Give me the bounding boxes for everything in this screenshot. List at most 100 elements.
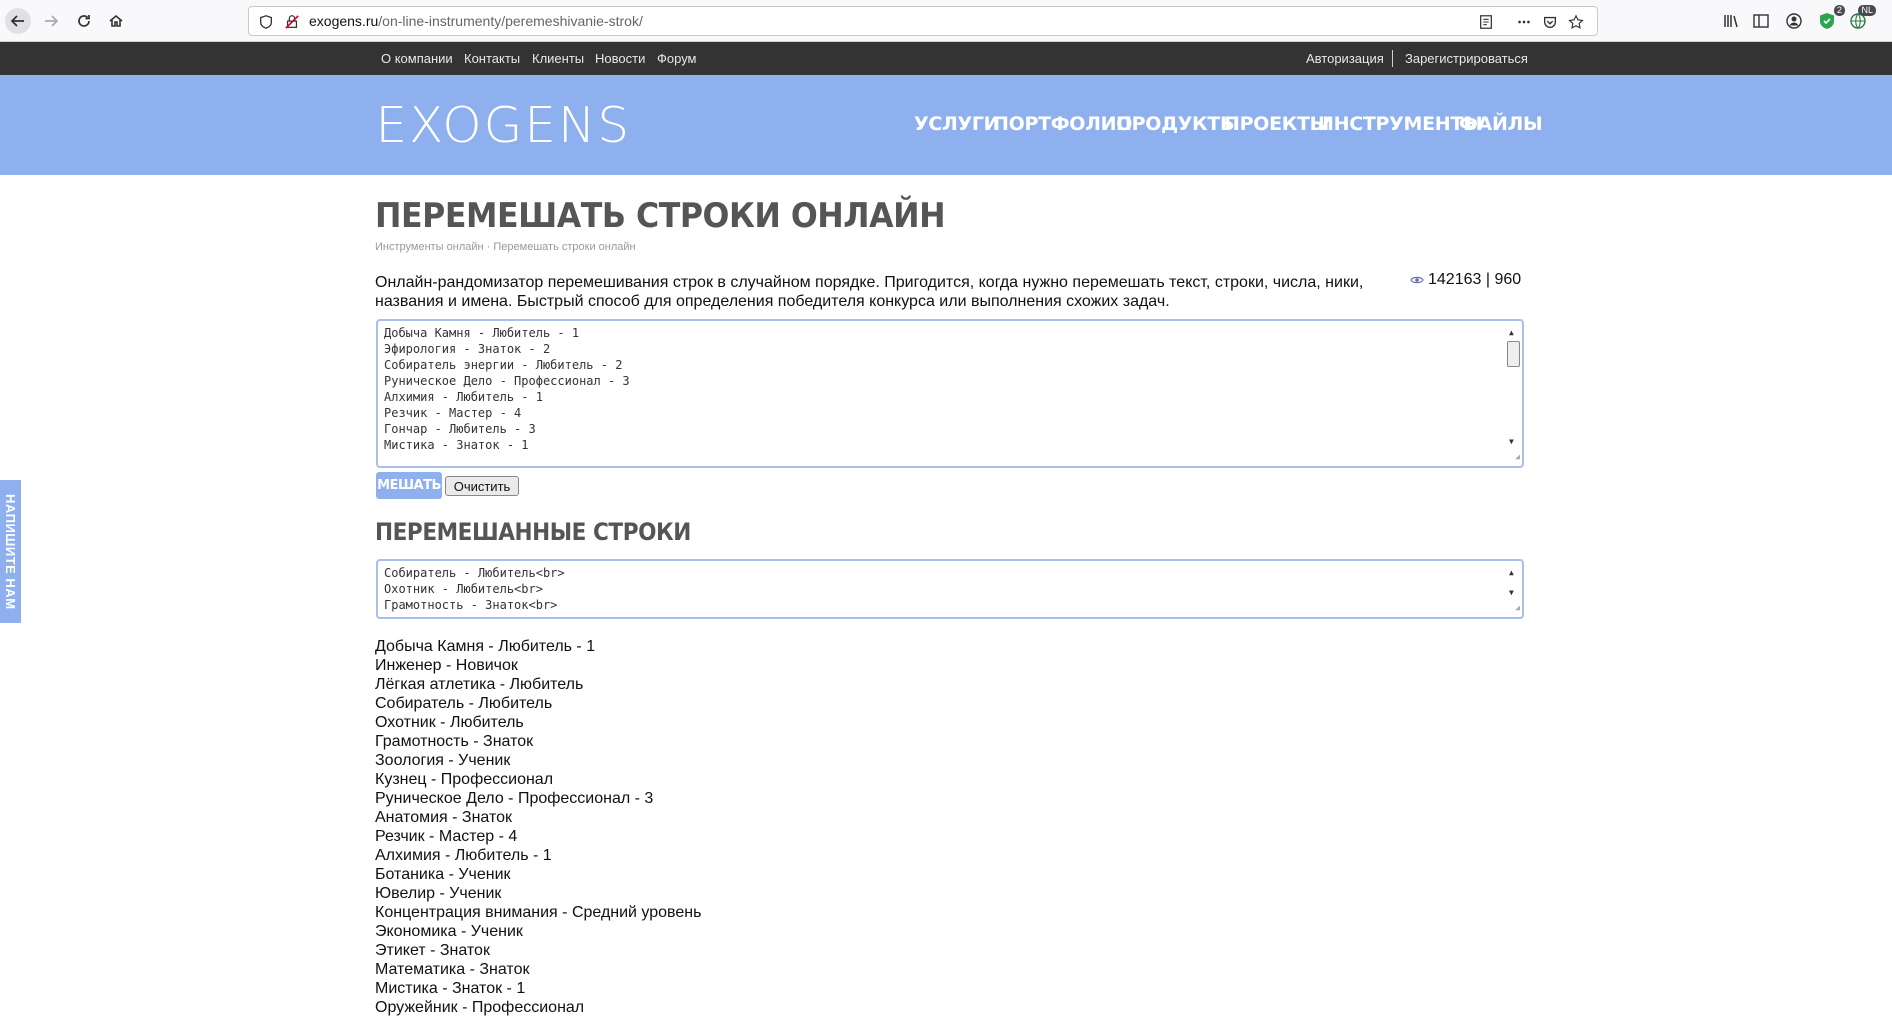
- feedback-tab-label: НАПИШИТЕ НАМ: [3, 493, 18, 610]
- back-button[interactable]: [5, 8, 31, 34]
- output-line: Грамотность - Знаток<br>: [384, 598, 558, 612]
- eye-icon: [1410, 276, 1424, 284]
- topbar-link-about[interactable]: О компании: [381, 51, 453, 66]
- output-lines: Собиратель - Любитель<br> Охотник - Любит…: [384, 565, 1516, 613]
- forward-arrow-icon: [45, 15, 59, 27]
- more-actions-icon[interactable]: [1515, 13, 1533, 31]
- shuffled-lines-heading: ПЕРЕМЕШАННЫЕ СТРОКИ: [375, 518, 691, 546]
- scroll-thumb[interactable]: [1507, 341, 1520, 367]
- register-link[interactable]: Зарегистрироваться: [1405, 51, 1528, 66]
- result-list-item: Анатомия - Знаток: [375, 809, 513, 826]
- result-list-item: Резчик - Мастер - 4: [375, 828, 518, 845]
- reload-button[interactable]: [71, 8, 97, 34]
- result-list-item: Математика - Знаток: [375, 961, 530, 978]
- clear-button[interactable]: Очистить: [445, 476, 519, 496]
- nav-products[interactable]: ПРОДУКТЫ: [1116, 113, 1240, 135]
- result-list-item: Собиратель - Любитель: [375, 695, 553, 712]
- nav-projects[interactable]: ПРОЕКТЫ: [1224, 113, 1329, 135]
- result-list-item: Зоология - Ученик: [375, 752, 511, 769]
- site-topbar: О компании Контакты Клиенты Новости Фору…: [0, 42, 1892, 75]
- shuffle-button[interactable]: МЕШАТЬ: [376, 472, 442, 499]
- scroll-up-icon[interactable]: ▲: [1509, 565, 1514, 581]
- result-list-item: Этикет - Знаток: [375, 942, 490, 959]
- translate-globe-icon[interactable]: NL: [1847, 5, 1876, 32]
- input-line: Добыча Камня - Любитель - 1: [384, 326, 580, 340]
- result-list-item: Ювелир - Ученик: [375, 885, 502, 902]
- result-list-item: Алхимия - Любитель - 1: [375, 847, 552, 864]
- breadcrumb-current: Перемешать строки онлайн: [493, 241, 636, 253]
- scroll-up-icon[interactable]: ▲: [1509, 325, 1514, 341]
- input-line: Собиратель энергии - Любитель - 2: [384, 358, 623, 372]
- topbar-link-news[interactable]: Новости: [595, 51, 645, 66]
- url-domain: exogens.ru: [309, 13, 379, 29]
- reader-view-icon[interactable]: [1477, 13, 1495, 31]
- input-line: Алхимия - Любитель - 1: [384, 390, 543, 404]
- reload-icon: [78, 15, 90, 27]
- result-list-item: Руническое Дело - Профессионал - 3: [375, 790, 654, 807]
- home-icon: [109, 14, 123, 27]
- input-line: Руническое Дело - Профессионал - 3: [384, 374, 630, 388]
- topbar-link-contacts[interactable]: Контакты: [464, 51, 520, 66]
- input-line: Резчик - Мастер - 4: [384, 406, 522, 420]
- page-title: ПЕРЕМЕШАТЬ СТРОКИ ОНЛАЙН: [375, 196, 946, 236]
- scroll-down-icon[interactable]: ▼: [1509, 434, 1514, 450]
- home-button[interactable]: [103, 8, 129, 34]
- pocket-icon[interactable]: [1541, 13, 1559, 31]
- url-path: /on-line-instrumenty/peremeshivanie-stro…: [378, 13, 643, 29]
- result-list-item: Инженер - Новичок: [375, 657, 518, 674]
- views-count: 142163 | 960: [1428, 271, 1522, 288]
- input-line: Мистика - Знаток - 1: [384, 438, 529, 452]
- feedback-tab[interactable]: НАПИШИТЕ НАМ: [0, 480, 21, 623]
- scroll-down-icon[interactable]: ▼: [1509, 585, 1514, 601]
- resize-grip-icon[interactable]: ◢: [1515, 600, 1520, 616]
- views-counter: 142163 | 960: [1410, 271, 1521, 289]
- browser-toolbar: exogens.ru/on-line-instrumenty/peremeshi…: [0, 0, 1892, 42]
- topbar-link-forum[interactable]: Форум: [657, 51, 697, 66]
- result-list-item: Кузнец - Профессионал: [375, 771, 554, 788]
- result-list-item: Ботаника - Ученик: [375, 866, 511, 883]
- adblock-shield-icon[interactable]: 2: [1816, 5, 1845, 32]
- input-scrollbar[interactable]: ▲ ▼: [1506, 323, 1520, 464]
- input-textarea[interactable]: Добыча Камня - Любитель - 1 Эфирология - …: [376, 319, 1524, 468]
- result-list-item: Грамотность - Знаток: [375, 733, 534, 750]
- breadcrumb-separator: ·: [486, 241, 491, 253]
- tool-description: Онлайн-рандомизатор перемешивания строк …: [375, 274, 1364, 310]
- account-icon[interactable]: [1783, 10, 1805, 32]
- shield-icon[interactable]: [257, 13, 275, 31]
- extension-badge: 2: [1833, 5, 1845, 16]
- resize-grip-icon[interactable]: ◢: [1515, 449, 1520, 465]
- forward-button[interactable]: [38, 8, 64, 34]
- result-list-item: Концентрация внимания - Средний уровень: [375, 904, 702, 921]
- language-badge: NL: [1858, 5, 1876, 16]
- shuffled-result-list: Добыча Камня - Любитель - 1 Инженер - Нов…: [375, 637, 701, 1017]
- library-icon[interactable]: [1720, 10, 1742, 32]
- output-textarea[interactable]: Собиратель - Любитель<br> Охотник - Любит…: [376, 559, 1524, 619]
- result-list-item: Мистика - Знаток - 1: [375, 980, 526, 997]
- back-arrow-icon: [10, 15, 24, 27]
- bookmark-star-icon[interactable]: [1567, 13, 1585, 31]
- site-logo[interactable]: EXOGENS: [375, 97, 631, 154]
- result-list-item: Оружейник - Профессионал: [375, 999, 585, 1016]
- nav-portfolio[interactable]: ПОРТФОЛИО: [993, 113, 1132, 135]
- result-list-item: Экономика - Ученик: [375, 923, 523, 940]
- address-bar[interactable]: exogens.ru/on-line-instrumenty/peremeshi…: [248, 6, 1598, 36]
- insecure-lock-icon[interactable]: [283, 13, 301, 31]
- topbar-separator: [1392, 50, 1393, 67]
- url-text[interactable]: exogens.ru/on-line-instrumenty/peremeshi…: [309, 13, 643, 29]
- breadcrumb: Инструменты онлайн · Перемешать строки о…: [375, 241, 636, 253]
- output-line: Охотник - Любитель<br>: [384, 582, 543, 596]
- nav-tools[interactable]: ИНСТРУМЕНТЫ: [1318, 113, 1483, 135]
- site-header: EXOGENS УСЛУГИ ПОРТФОЛИО ПРОДУКТЫ ПРОЕКТ…: [0, 75, 1892, 175]
- input-lines: Добыча Камня - Любитель - 1 Эфирология - …: [384, 325, 1516, 453]
- output-line: Собиратель - Любитель<br>: [384, 566, 565, 580]
- result-list-item: Лёгкая атлетика - Любитель: [375, 676, 584, 693]
- input-line: Эфирология - Знаток - 2: [384, 342, 551, 356]
- result-list-item: Охотник - Любитель: [375, 714, 524, 731]
- login-link[interactable]: Авторизация: [1306, 51, 1384, 66]
- nav-services[interactable]: УСЛУГИ: [914, 113, 1000, 135]
- input-line: Гончар - Любитель - 3: [384, 422, 536, 436]
- topbar-link-clients[interactable]: Клиенты: [532, 51, 584, 66]
- sidebar-icon[interactable]: [1750, 10, 1772, 32]
- breadcrumb-tools-link[interactable]: Инструменты онлайн: [375, 241, 484, 253]
- nav-files[interactable]: ФАЙЛЫ: [1459, 113, 1543, 135]
